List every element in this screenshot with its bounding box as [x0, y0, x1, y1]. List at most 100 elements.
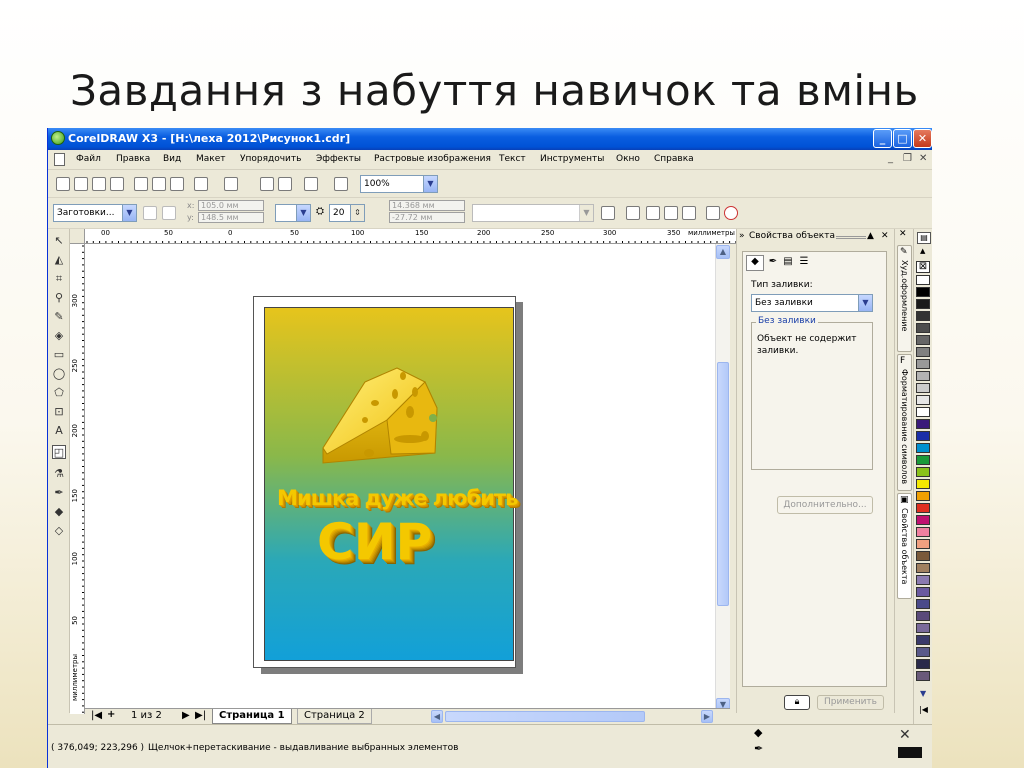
fill-type-select[interactable]: Без заливки ▼ [751, 294, 873, 312]
menu-file[interactable]: Файл [76, 154, 101, 164]
no-fill-swatch-icon[interactable]: ✕ [899, 727, 911, 743]
scroll-up-button[interactable]: ▲ [716, 245, 730, 259]
color-swatch[interactable] [916, 623, 930, 633]
print-icon[interactable] [110, 177, 124, 191]
paste-icon[interactable] [170, 177, 184, 191]
undo-icon[interactable] [194, 177, 208, 191]
horizontal-scroll-thumb[interactable] [445, 711, 645, 722]
object-y-field[interactable]: 148.5 мм [198, 212, 264, 223]
color-swatch[interactable] [916, 659, 930, 669]
menu-edit[interactable]: Правка [116, 154, 150, 164]
menu-text[interactable]: Текст [499, 154, 526, 164]
export-icon[interactable] [278, 177, 292, 191]
remove-preset-icon[interactable] [162, 206, 176, 220]
color-swatch[interactable] [916, 299, 930, 309]
color-swatch[interactable] [916, 443, 930, 453]
vanishing-point-properties-icon[interactable] [601, 206, 615, 220]
chevron-down-icon[interactable]: ▼ [579, 205, 593, 221]
last-page-button[interactable]: ▶| [195, 710, 206, 721]
extrusion-lighting-icon[interactable] [682, 206, 696, 220]
pick-tool-icon[interactable]: ↖ [52, 234, 66, 248]
color-swatch[interactable] [916, 575, 930, 585]
artwork-text-line1[interactable]: Мишка дуже любить [277, 486, 518, 510]
extrusion-type-select[interactable]: ▼ [275, 204, 311, 222]
vertical-scrollbar[interactable]: ▲ ▼ [715, 244, 730, 713]
color-swatch[interactable] [916, 539, 930, 549]
maximize-button[interactable]: □ [893, 129, 912, 148]
tab-page-1[interactable]: Страница 1 [212, 709, 292, 724]
color-swatch[interactable] [916, 563, 930, 573]
clear-extrude-icon[interactable] [724, 206, 738, 220]
vanishing-point-select[interactable]: ▼ [472, 204, 594, 222]
color-swatch[interactable] [916, 647, 930, 657]
color-swatch[interactable] [916, 551, 930, 561]
color-swatch[interactable] [916, 515, 930, 525]
scroll-left-button[interactable]: ◀ [431, 710, 443, 723]
palette-scroll-down-icon[interactable]: ▼ [920, 689, 926, 698]
menu-help[interactable]: Справка [654, 154, 694, 164]
chevron-down-icon[interactable]: ▼ [858, 295, 872, 311]
basic-shapes-tool-icon[interactable]: ⊡ [52, 405, 66, 419]
cheese-illustration[interactable] [322, 367, 438, 464]
eyedropper-tool-icon[interactable]: ⚗ [52, 467, 66, 481]
horizontal-ruler[interactable]: 00 50 0 50 100 150 200 250 300 350 милли… [85, 229, 736, 244]
redo-icon[interactable] [224, 177, 238, 191]
color-swatch[interactable] [916, 275, 930, 285]
color-swatch[interactable] [916, 335, 930, 345]
mdi-close-button[interactable]: ✕ [919, 153, 927, 164]
spin-arrows-icon[interactable]: ⇕ [350, 205, 364, 221]
tab-character-formatting[interactable]: F Форматирование символов [897, 354, 912, 491]
interactive-fill-tool-icon[interactable]: ◇ [52, 524, 66, 538]
next-page-button[interactable]: ▶ [182, 710, 190, 721]
docker-expand-icon[interactable]: » [739, 229, 745, 244]
polygon-tool-icon[interactable]: ⬠ [52, 386, 66, 400]
mdi-minimize-button[interactable]: _ [888, 153, 893, 164]
vertical-ruler[interactable]: 300 250 200 150 100 50 миллиметры [70, 244, 85, 714]
palette-expand-icon[interactable]: |◀ [919, 705, 928, 714]
save-icon[interactable] [92, 177, 106, 191]
rectangle-tool-icon[interactable]: ▭ [52, 348, 66, 362]
close-button[interactable]: ✕ [913, 129, 932, 148]
outline-tool-icon[interactable]: ✒ [52, 486, 66, 500]
color-swatch[interactable] [916, 407, 930, 417]
extrude-presets-select[interactable]: Заготовки... ▼ [53, 204, 137, 222]
tab-object-properties[interactable]: ▣ Свойства объекта [897, 493, 912, 599]
docker-tabs-close-icon[interactable]: ✕ [899, 229, 907, 239]
docker-collapse-icon[interactable]: ▲ [867, 229, 874, 244]
fill-tab-icon[interactable]: ◆ [746, 255, 764, 271]
import-icon[interactable] [260, 177, 274, 191]
color-swatch[interactable] [916, 395, 930, 405]
interactive-extrude-tool-icon[interactable]: ◰ [52, 445, 66, 459]
extrusion-bevels-icon[interactable] [664, 206, 678, 220]
vanishing-point-x-field[interactable]: 14.368 мм [389, 200, 465, 211]
color-swatch[interactable] [916, 359, 930, 369]
text-tool-icon[interactable]: A [52, 424, 66, 438]
scroll-right-button[interactable]: ▶ [701, 710, 713, 723]
summary-tab-icon[interactable]: ☰ [797, 256, 811, 270]
mdi-restore-button[interactable]: ❐ [903, 153, 912, 164]
extrude-rotation-icon[interactable] [626, 206, 640, 220]
copy-icon[interactable] [152, 177, 166, 191]
shape-tool-icon[interactable]: ◭ [52, 253, 66, 267]
color-swatch[interactable] [916, 527, 930, 537]
menu-effects[interactable]: Эффекты [316, 154, 361, 164]
docker-grip[interactable] [836, 236, 866, 239]
lock-apply-icon[interactable]: 🔒︎ [784, 695, 810, 710]
color-swatch[interactable] [916, 383, 930, 393]
color-swatch[interactable] [916, 503, 930, 513]
apply-button[interactable]: Применить [817, 695, 884, 710]
menu-window[interactable]: Окно [616, 154, 640, 164]
color-swatch[interactable] [916, 635, 930, 645]
palette-scroll-up-icon[interactable]: ▲ [920, 247, 925, 255]
first-page-button[interactable]: |◀ [91, 710, 102, 721]
color-swatch[interactable] [916, 323, 930, 333]
color-swatch[interactable] [916, 467, 930, 477]
vertical-scroll-thumb[interactable] [717, 362, 729, 606]
color-swatch[interactable] [916, 491, 930, 501]
artwork-text-line2[interactable]: СИР [317, 513, 432, 571]
color-swatch[interactable] [916, 371, 930, 381]
color-swatch[interactable] [916, 611, 930, 621]
outline-color-swatch[interactable] [898, 747, 922, 758]
welcome-screen-icon[interactable] [334, 177, 348, 191]
chevron-down-icon[interactable]: ▼ [296, 205, 310, 221]
